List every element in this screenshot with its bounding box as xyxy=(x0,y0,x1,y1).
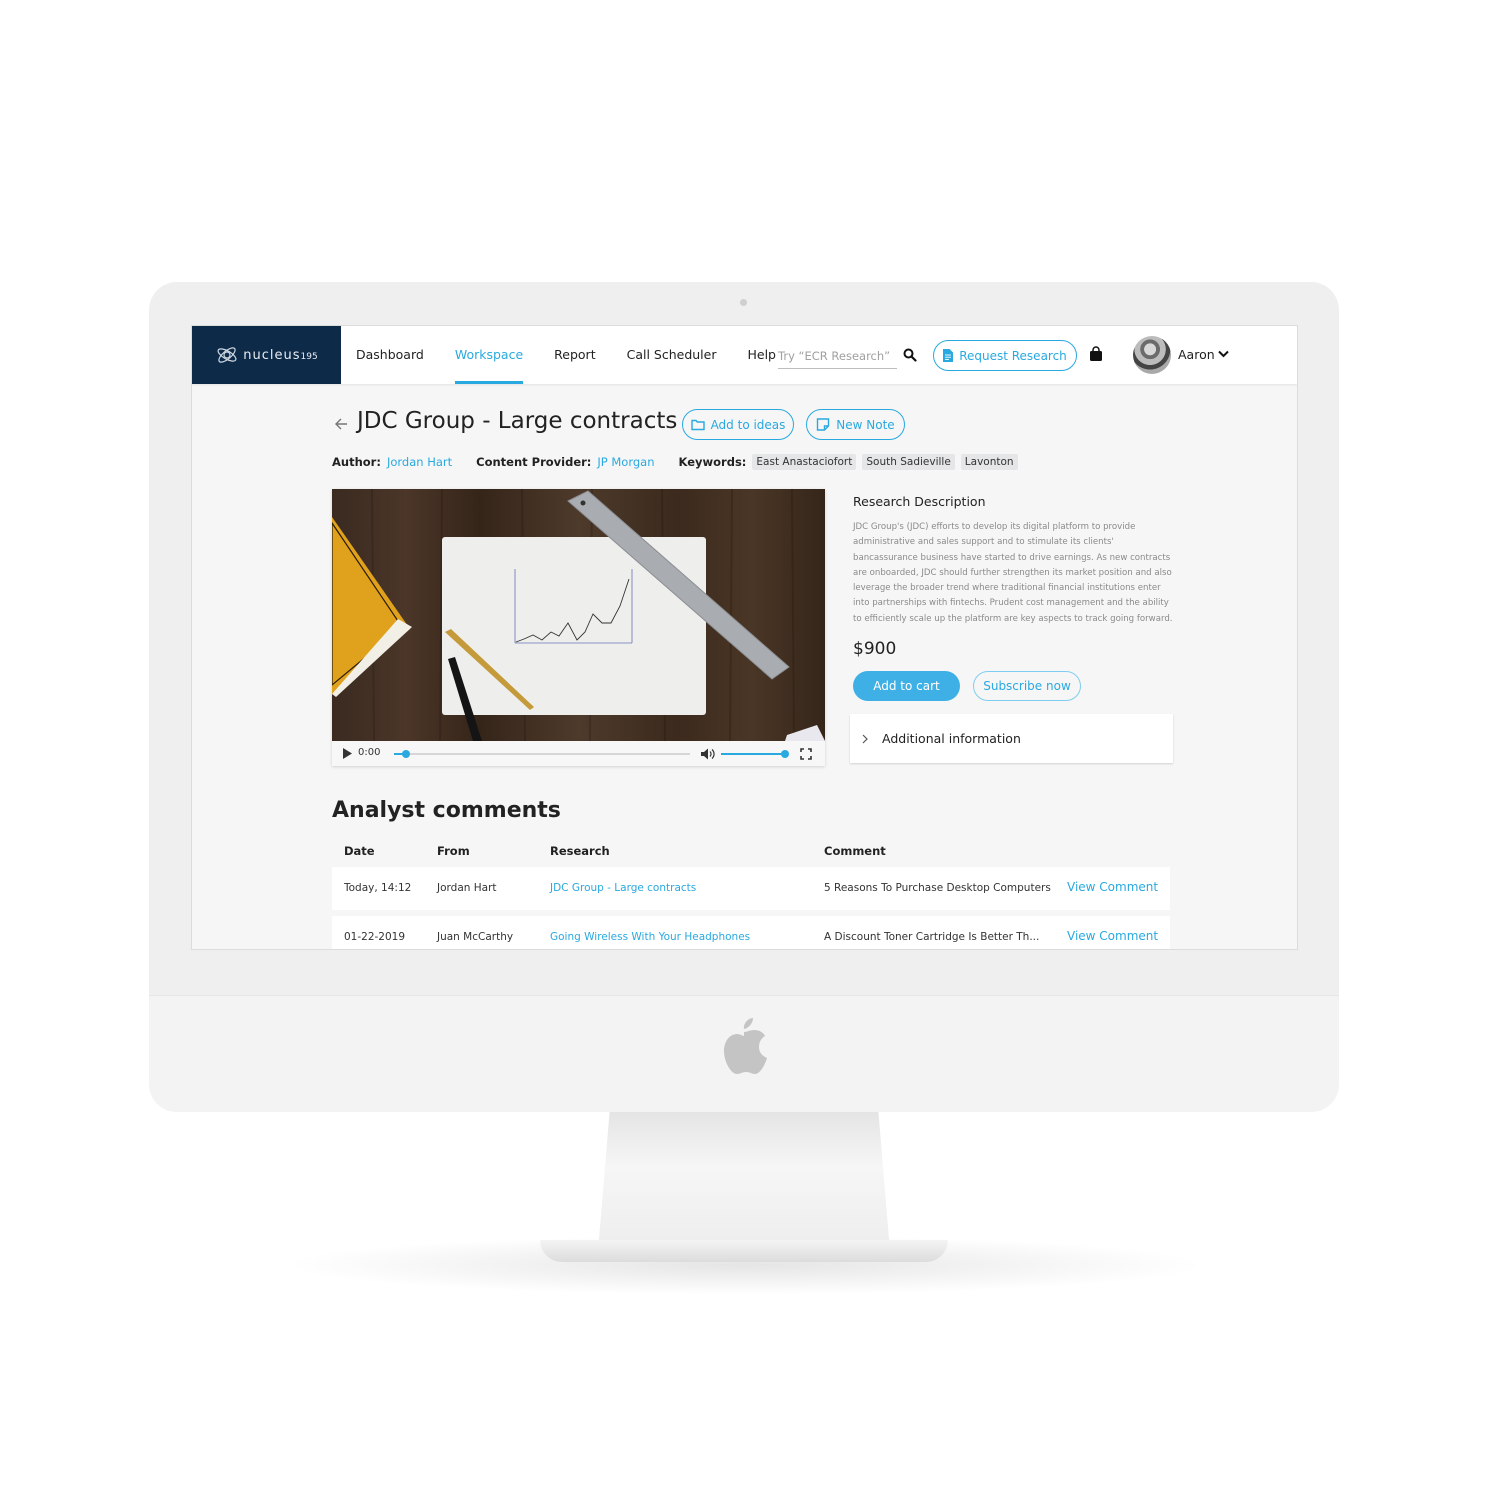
author-label: Author: xyxy=(332,455,381,469)
keywords-label: Keywords: xyxy=(678,455,747,469)
folder-icon xyxy=(690,419,705,431)
request-research-label: Request Research xyxy=(959,348,1067,363)
cell-comment: A Discount Toner Cartridge Is Better Th.… xyxy=(824,931,1040,943)
video-player[interactable]: 0:00 xyxy=(332,489,825,766)
description-title: Research Description xyxy=(853,494,986,509)
keyword-tag[interactable]: Lavonton xyxy=(960,454,1018,470)
new-note-label: New Note xyxy=(836,417,895,432)
fullscreen-icon[interactable] xyxy=(800,748,812,760)
cell-from: Juan McCarthy xyxy=(437,931,514,943)
research-meta: Author: Jordan Hart Content Provider: JP… xyxy=(332,454,1024,470)
keyword-tag[interactable]: South Sadieville xyxy=(862,454,955,470)
column-header-date: Date xyxy=(344,844,375,858)
keyword-tag[interactable]: East Anastaciofort xyxy=(752,454,857,470)
shopping-bag-icon[interactable] xyxy=(1089,346,1103,362)
view-comment-link[interactable]: View Comment xyxy=(1067,929,1158,943)
search-icon[interactable] xyxy=(903,348,917,362)
video-controls: 0:00 xyxy=(332,741,825,766)
cell-research-link[interactable]: JDC Group - Large contracts xyxy=(550,882,696,894)
apple-logo-icon xyxy=(724,1018,767,1074)
brand-logo[interactable]: nucleus195 xyxy=(192,326,341,384)
volume-slider[interactable] xyxy=(721,750,789,758)
main-nav: Dashboard Workspace Report Call Schedule… xyxy=(356,326,807,384)
description-text: JDC Group's (JDC) efforts to develop its… xyxy=(853,522,1173,624)
note-icon xyxy=(817,418,830,431)
author-link[interactable]: Jordan Hart xyxy=(387,455,452,469)
provider-label: Content Provider: xyxy=(476,455,592,469)
video-progress-slider[interactable] xyxy=(394,750,690,758)
chevron-right-icon xyxy=(862,734,868,743)
new-note-button[interactable]: New Note xyxy=(806,409,905,440)
provider-link[interactable]: JP Morgan xyxy=(597,455,654,469)
monitor-chin xyxy=(149,995,1339,1112)
nucleus-logo-icon xyxy=(217,347,237,363)
request-research-button[interactable]: Request Research xyxy=(933,340,1077,371)
monitor-stand-base xyxy=(540,1240,948,1262)
cell-date: Today, 14:12 xyxy=(344,882,412,894)
chevron-down-icon[interactable] xyxy=(1218,350,1229,358)
app-screen: nucleus195 Dashboard Workspace Report Ca… xyxy=(191,325,1298,950)
column-header-from: From xyxy=(437,844,470,858)
add-to-ideas-label: Add to ideas xyxy=(710,417,786,432)
cell-from: Jordan Hart xyxy=(437,882,497,894)
search-input[interactable] xyxy=(778,343,897,369)
price: $900 xyxy=(853,639,897,659)
view-comment-link[interactable]: View Comment xyxy=(1067,880,1158,894)
cell-research-link[interactable]: Going Wireless With Your Headphones xyxy=(550,931,750,943)
desk-chart-photo xyxy=(332,489,825,741)
video-progress-handle[interactable] xyxy=(401,750,410,758)
video-thumbnail[interactable] xyxy=(332,489,825,741)
volume-fill xyxy=(721,753,785,755)
play-icon[interactable] xyxy=(343,748,352,759)
brand-name: nucleus195 xyxy=(243,347,318,363)
page-title: JDC Group - Large contracts xyxy=(357,408,678,434)
user-avatar[interactable] xyxy=(1133,336,1171,374)
analyst-comments-title: Analyst comments xyxy=(332,798,561,823)
column-header-research: Research xyxy=(550,844,610,858)
nav-workspace[interactable]: Workspace xyxy=(454,326,538,384)
cell-date: 01-22-2019 xyxy=(344,931,406,943)
add-to-cart-button[interactable]: Add to cart xyxy=(853,671,960,701)
subscribe-now-button[interactable]: Subscribe now xyxy=(973,671,1081,701)
column-header-comment: Comment xyxy=(824,844,886,858)
additional-information-label: Additional information xyxy=(882,731,1021,746)
monitor-stand xyxy=(598,1111,890,1251)
nav-report[interactable]: Report xyxy=(554,326,610,384)
table-row: Today, 14:12 Jordan Hart JDC Group - Lar… xyxy=(332,867,1170,910)
volume-handle[interactable] xyxy=(781,750,789,758)
user-name[interactable]: Aaron xyxy=(1178,347,1215,362)
video-time: 0:00 xyxy=(358,747,381,758)
cell-comment: 5 Reasons To Purchase Desktop Computers xyxy=(824,882,1051,894)
add-to-ideas-button[interactable]: Add to ideas xyxy=(682,409,794,440)
table-row: 01-22-2019 Juan McCarthy Going Wireless … xyxy=(332,916,1170,949)
nav-call-scheduler[interactable]: Call Scheduler xyxy=(627,326,732,384)
back-arrow-icon[interactable] xyxy=(334,417,348,431)
volume-icon[interactable] xyxy=(701,748,715,760)
top-navigation: nucleus195 Dashboard Workspace Report Ca… xyxy=(192,326,1297,384)
additional-information-accordion[interactable]: Additional information xyxy=(850,714,1173,763)
camera-dot xyxy=(740,299,747,306)
nav-dashboard[interactable]: Dashboard xyxy=(356,326,439,384)
document-icon xyxy=(943,349,954,362)
